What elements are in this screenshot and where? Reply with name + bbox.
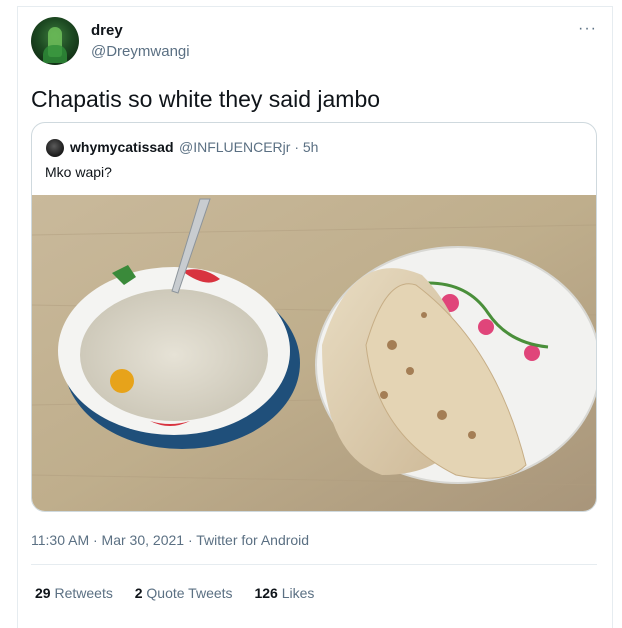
quote-tweets-stat[interactable]: 2 Quote Tweets [135, 585, 233, 601]
tweet-source-app[interactable]: Twitter for Android [196, 532, 309, 548]
quoted-tweet[interactable]: whymycatissad @INFLUENCERjr · 5h Mko wap… [31, 122, 597, 512]
soup [80, 289, 268, 421]
divider [31, 564, 597, 565]
quoted-photo[interactable] [32, 195, 597, 512]
quoted-tweet-text: Mko wapi? [45, 164, 112, 180]
tweet-meta: 11:30 AM · Mar 30, 2021 · Twitter for An… [31, 532, 309, 548]
plate-flower-2 [478, 319, 494, 335]
author-handle[interactable]: @Dreymwangi [91, 43, 190, 60]
likes-stat[interactable]: 126 Likes [254, 585, 314, 601]
author-avatar[interactable] [31, 17, 79, 65]
quoted-author-name: whymycatissad [70, 139, 174, 155]
quoted-avatar [46, 139, 64, 157]
tweet-stats: 29 Retweets 2 Quote Tweets 126 Likes [35, 585, 332, 601]
tweet-text: Chapatis so white they said jambo [31, 86, 381, 112]
quoted-handle-time: @INFLUENCERjr · 5h [179, 139, 319, 155]
plate-flower-3 [524, 345, 540, 361]
more-options-icon[interactable]: ··· [578, 20, 597, 38]
lemon-slice [110, 369, 134, 393]
author-name[interactable]: drey [91, 22, 123, 39]
avatar-shoulders-icon [43, 45, 67, 63]
retweets-stat[interactable]: 29 Retweets [35, 585, 113, 601]
tweet-timestamp[interactable]: 11:30 AM · Mar 30, 2021 · [31, 532, 196, 548]
